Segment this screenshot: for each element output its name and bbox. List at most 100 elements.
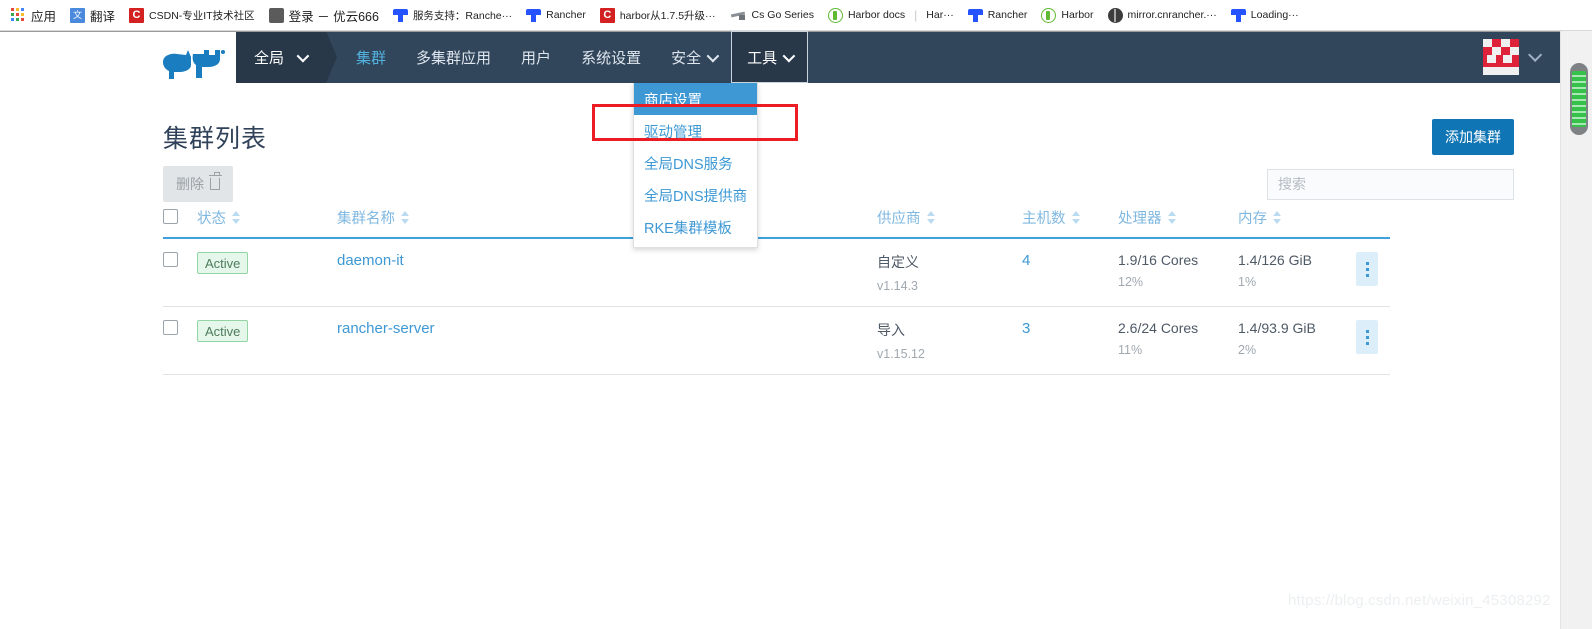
avatar[interactable] — [1483, 39, 1519, 75]
row-status-cell: Active — [197, 306, 337, 375]
table-row[interactable]: Active daemon-it 自定义 v1.14.3 4 1.9/16 Co… — [163, 238, 1390, 307]
bookmark-harbor-upgrade[interactable]: C harbor从1.7.5升级··· — [593, 6, 723, 25]
dropdown-item-label: 驱动管理 — [644, 124, 702, 141]
csdn-icon: C — [129, 7, 145, 23]
row-hosts-cell: 4 — [1022, 238, 1118, 307]
bookmark-loading[interactable]: Loading··· — [1224, 6, 1306, 25]
dropdown-item-global-dns-service[interactable]: 全局DNS服务 — [634, 147, 757, 179]
globe-icon — [1107, 7, 1123, 23]
column-status[interactable]: 状态 — [197, 207, 337, 239]
cpu-value: 1.9/16 Cores — [1118, 252, 1199, 268]
row-checkbox[interactable] — [163, 320, 178, 335]
sort-icon — [1167, 211, 1177, 224]
table-header: 状态 集群名称 供应商 主机数 处理器 内存 — [163, 207, 1390, 239]
dropdown-item-rke-cluster-template[interactable]: RKE集群模板 — [634, 211, 757, 243]
nav-item-label: 系统设置 — [581, 49, 642, 67]
column-memory[interactable]: 内存 — [1238, 207, 1356, 239]
column-cluster-name[interactable]: 集群名称 — [337, 207, 877, 239]
gray-avatar-icon — [268, 7, 284, 23]
csgo-icon — [730, 9, 747, 22]
bookmark-login[interactable]: 登录 － 优云666 — [262, 4, 386, 27]
column-label: 集群名称 — [337, 211, 395, 227]
bookmark-rancher-2[interactable]: Rancher — [961, 6, 1035, 25]
row-select-cell — [163, 238, 197, 307]
bookmark-label: 服务支持：Ranche··· — [412, 9, 513, 22]
table-header-row: 状态 集群名称 供应商 主机数 处理器 内存 — [163, 207, 1390, 239]
bookmark-label: Harbor — [1061, 9, 1094, 21]
search-wrapper — [1267, 168, 1514, 200]
rancher-logo — [163, 50, 225, 79]
nav-item-users[interactable]: 用户 — [506, 31, 566, 83]
bookmark-csgo[interactable]: Cs Go Series — [723, 7, 821, 24]
table-row[interactable]: Active rancher-server 导入 v1.15.12 3 2.6/… — [163, 306, 1390, 375]
row-checkbox[interactable] — [163, 252, 178, 267]
cluster-table: 状态 集群名称 供应商 主机数 处理器 内存 Active daemon-it … — [163, 207, 1390, 375]
dropdown-item-label: RKE集群模板 — [644, 220, 732, 237]
provider-value: 导入 — [877, 322, 905, 338]
row-cpu-cell: 2.6/24 Cores 11% — [1118, 306, 1238, 375]
search-input[interactable] — [1267, 168, 1514, 200]
bookmark-harbor[interactable]: Harbor — [1034, 6, 1100, 25]
bookmark-har[interactable]: Har··· — [919, 7, 960, 23]
page-content: 集群列表 添加集群 删除 状态 集群名称 — [0, 83, 1560, 375]
chevron-down-icon[interactable] — [1528, 47, 1543, 62]
top-navigation-bar: 全局 集群 多集群应用 用户 系统设置 安全 工具 — [236, 31, 1560, 83]
row-provider-cell: 自定义 v1.14.3 — [877, 238, 1022, 307]
csdn-icon: C — [599, 7, 615, 23]
bookmark-label: 应用 — [31, 9, 57, 24]
nav-item-label: 安全 — [671, 49, 702, 67]
nav-item-label: 集群 — [356, 49, 387, 67]
nav-item-system-settings[interactable]: 系统设置 — [566, 31, 656, 83]
column-hosts[interactable]: 主机数 — [1022, 207, 1118, 239]
nav-item-security[interactable]: 安全 — [656, 31, 731, 83]
nav-item-clusters[interactable]: 集群 — [341, 31, 401, 83]
bookmark-label: CSDN-专业IT技术社区 — [149, 9, 255, 22]
row-actions-cell — [1356, 238, 1390, 307]
bookmark-label: Rancher — [987, 9, 1028, 21]
table-toolbar: 删除 — [0, 161, 1560, 207]
cpu-percent: 12% — [1118, 275, 1144, 289]
row-provider-cell: 导入 v1.15.12 — [877, 306, 1022, 375]
page-scrollbar-track[interactable] — [1560, 31, 1592, 629]
harbor-icon — [1041, 7, 1057, 23]
dropdown-item-global-dns-provider[interactable]: 全局DNS提供商 — [634, 179, 757, 211]
row-actions-cell — [1356, 306, 1390, 375]
nav-item-tools[interactable]: 工具 — [731, 31, 809, 83]
bookmark-csdn[interactable]: C CSDN-专业IT技术社区 — [122, 6, 262, 25]
bookmark-rancher[interactable]: Rancher — [519, 6, 593, 25]
sort-icon — [232, 211, 241, 224]
trash-icon — [208, 172, 222, 190]
bookmark-rancher-support[interactable]: 服务支持：Ranche··· — [386, 6, 519, 25]
select-all-checkbox[interactable] — [163, 209, 178, 224]
delete-button[interactable]: 删除 — [163, 166, 233, 202]
bookmark-label: Har··· — [926, 9, 954, 21]
nav-item-multi-cluster-apps[interactable]: 多集群应用 — [401, 31, 506, 83]
status-badge: Active — [197, 252, 249, 274]
hosts-link[interactable]: 3 — [1022, 320, 1030, 337]
scrollbar-thumb-indicator — [1572, 71, 1586, 127]
row-actions-menu-button[interactable] — [1356, 320, 1378, 354]
column-provider[interactable]: 供应商 — [877, 207, 1022, 239]
bookmark-apps[interactable]: 应用 — [4, 4, 63, 27]
page-scrollbar-thumb[interactable] — [1570, 63, 1588, 135]
add-cluster-button[interactable]: 添加集群 — [1432, 119, 1514, 155]
bookmark-mirror[interactable]: mirror.cnrancher.··· — [1101, 6, 1224, 25]
row-name-cell: rancher-server — [337, 306, 877, 375]
bookmark-translate[interactable]: 文 翻译 — [63, 4, 122, 27]
sort-icon — [926, 211, 936, 224]
nav-scope-selector[interactable]: 全局 — [236, 31, 338, 83]
cluster-name-link[interactable]: daemon-it — [337, 252, 404, 269]
hosts-link[interactable]: 4 — [1022, 252, 1030, 269]
provider-value: 自定义 — [877, 254, 919, 270]
bookmark-divider: | — [914, 8, 918, 22]
nav-item-label: 多集群应用 — [416, 49, 492, 67]
dropdown-item-label: 全局DNS提供商 — [644, 188, 748, 205]
memory-value: 1.4/126 GiB — [1238, 252, 1312, 268]
bookmark-harbor-docs[interactable]: Harbor docs — [821, 6, 912, 25]
dropdown-item-driver-management[interactable]: 驱动管理 — [634, 115, 757, 147]
dropdown-item-store-settings[interactable]: 商店设置 — [634, 83, 757, 115]
cluster-name-link[interactable]: rancher-server — [337, 320, 435, 337]
row-actions-menu-button[interactable] — [1356, 252, 1378, 286]
column-cpu[interactable]: 处理器 — [1118, 207, 1238, 239]
nav-item-label: 工具 — [747, 49, 778, 67]
